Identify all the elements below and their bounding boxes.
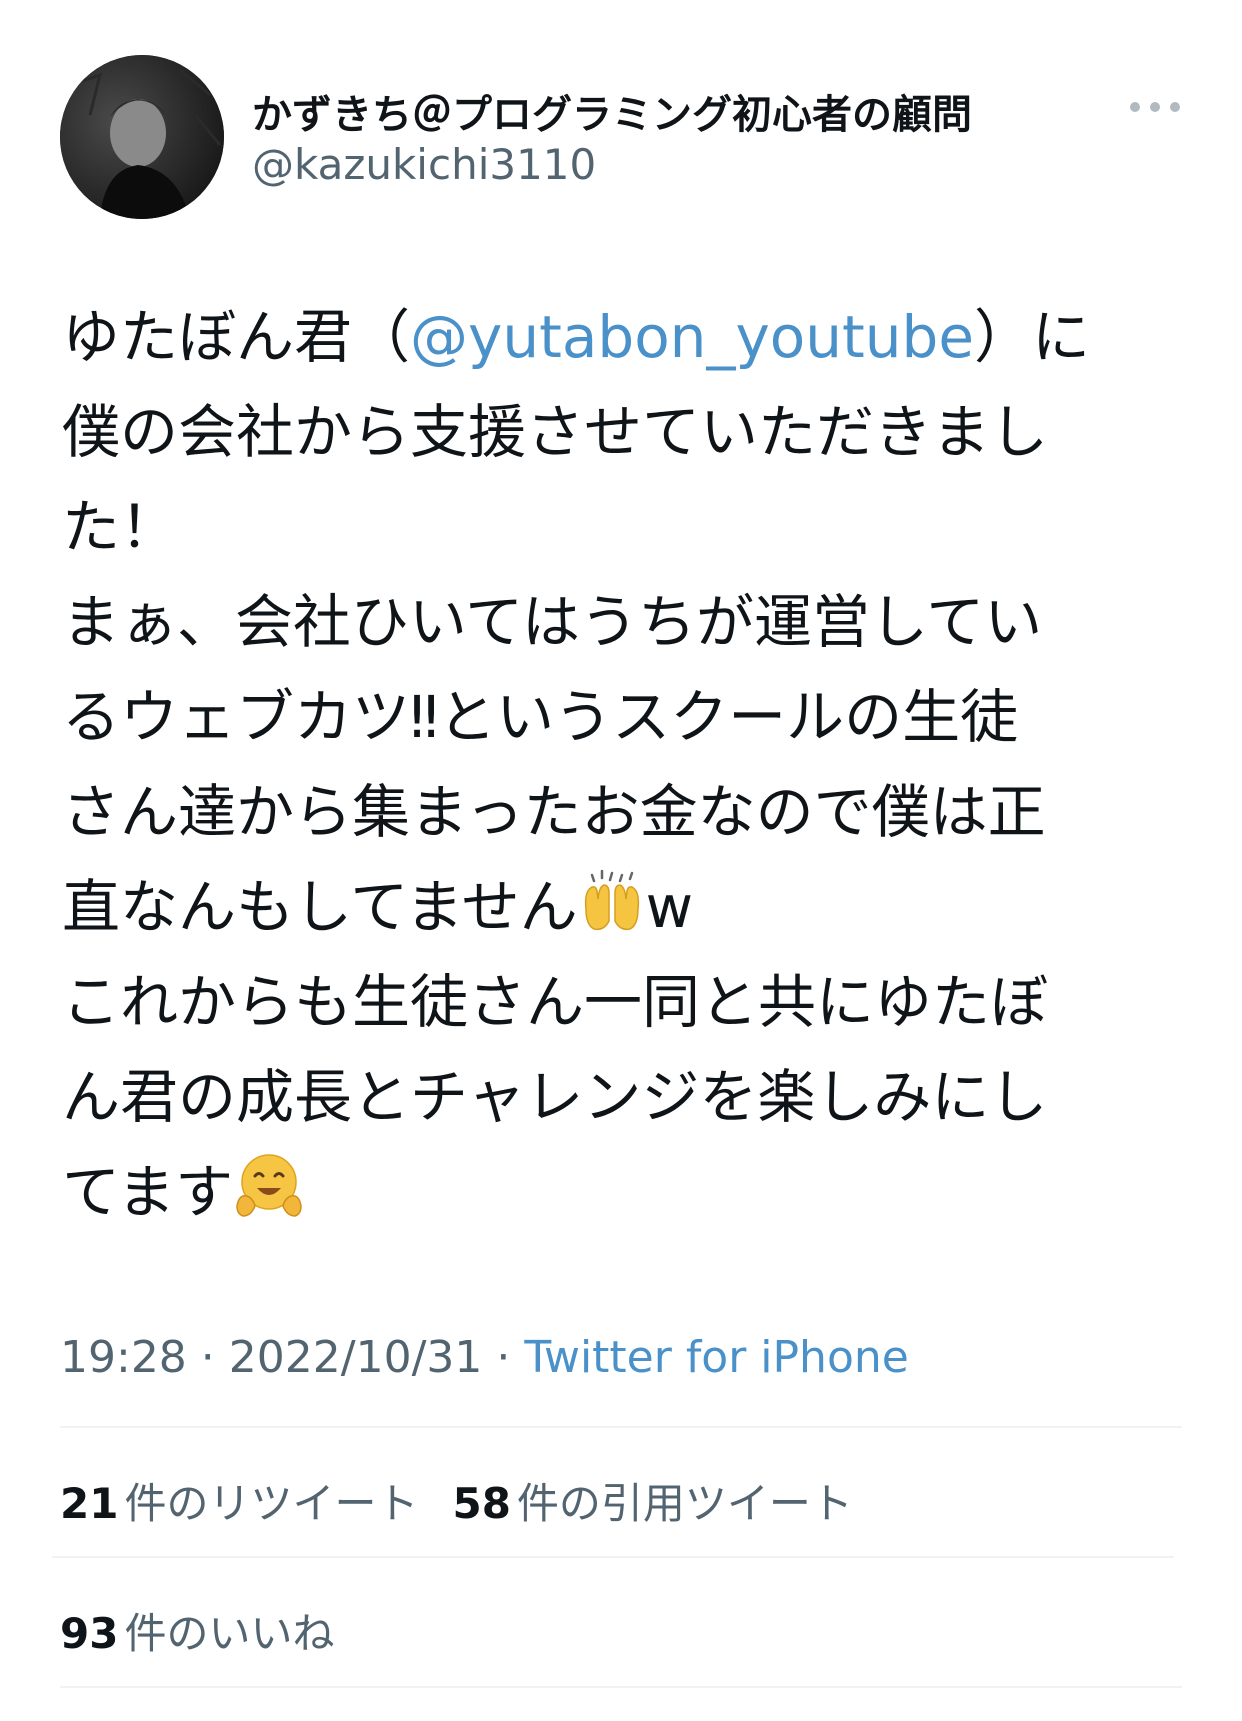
like-count-number: 93 <box>60 1609 119 1658</box>
divider <box>52 1556 1174 1558</box>
tweet-line-text: てます <box>62 1158 234 1226</box>
tweet-line-text: ）に <box>974 303 1091 371</box>
retweet-count-number: 21 <box>60 1479 119 1528</box>
display-name[interactable]: かずきち＠プログラミング初心者の顧問 <box>252 82 972 140</box>
retweet-count-label: 件のリツイート <box>124 1479 419 1528</box>
meta-separator: · <box>482 1332 525 1383</box>
tweet-time[interactable]: 19:28 <box>60 1332 187 1383</box>
more-dot <box>1130 102 1140 112</box>
more-dot <box>1150 102 1160 112</box>
tweet-line-text: 直なんもしてません <box>62 873 578 941</box>
tweet-line: さん達から集まったお金なので僕は正 <box>62 778 1046 846</box>
like-count[interactable]: 93 件のいいね <box>60 1600 334 1661</box>
user-handle[interactable]: @kazukichi3110 <box>252 140 596 189</box>
tweet-line: てます <box>62 1145 1182 1240</box>
like-stats: 93 件のいいね <box>60 1600 334 1661</box>
tweet-line: た！ <box>62 493 179 561</box>
more-options-icon[interactable] <box>1130 92 1180 122</box>
hugging-face-emoji <box>233 1150 305 1250</box>
tweet-line-text: w <box>645 873 694 941</box>
tweet-source[interactable]: Twitter for iPhone <box>524 1332 908 1383</box>
tweet-line: まぁ、会社ひいてはうちが運営してい <box>62 588 1043 656</box>
tweet-date[interactable]: 2022/10/31 <box>229 1332 483 1383</box>
meta-separator: · <box>186 1332 229 1383</box>
avatar[interactable] <box>60 55 224 219</box>
retweet-count[interactable]: 21 件のリツイート <box>60 1470 418 1531</box>
divider <box>60 1686 1182 1688</box>
more-dot <box>1170 102 1180 112</box>
like-count-label: 件のいいね <box>124 1609 335 1658</box>
tweet-line: ゆたぼん君（@yutabon_youtube）に <box>62 290 1182 385</box>
tweet-line: 僕の会社から支援させていただきまし <box>62 398 1049 466</box>
tweet-line-text: ゆたぼん君（ <box>62 303 411 371</box>
quote-count[interactable]: 58 件の引用ツイート <box>452 1470 852 1531</box>
engagement-stats: 21 件のリツイート 58 件の引用ツイート <box>60 1470 853 1531</box>
quote-count-number: 58 <box>452 1479 511 1528</box>
mention-link[interactable]: @yutabon_youtube <box>410 303 974 371</box>
quote-count-label: 件の引用ツイート <box>516 1479 853 1528</box>
raising-hands-emoji <box>578 869 646 965</box>
tweet-line: 直なんもしてません w <box>62 860 1182 955</box>
tweet-meta: 19:28 · 2022/10/31 · Twitter for iPhone <box>60 1332 909 1383</box>
tweet-line: るウェブカツ‼というスクールの生徒 <box>62 683 1019 751</box>
tweet-line: これからも生徒さん一同と共にゆたぼ <box>62 968 1049 1036</box>
tweet-text: ゆたぼん君（@yutabon_youtube）に 僕の会社から支援させていただき… <box>62 290 1182 1240</box>
tweet-line: ん君の成長とチャレンジを楽しみにし <box>62 1063 1048 1131</box>
divider <box>60 1426 1182 1428</box>
